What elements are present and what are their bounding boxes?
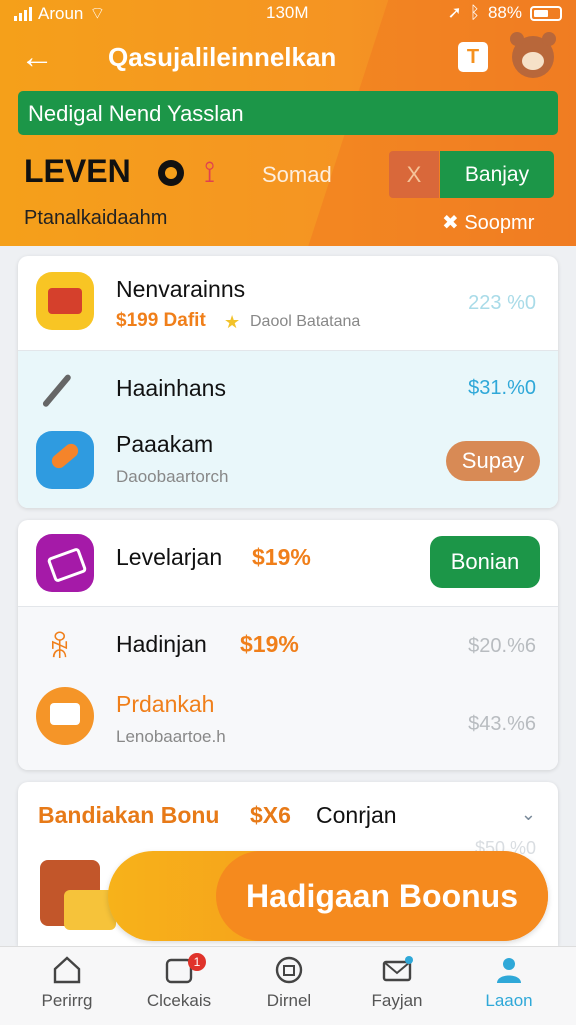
list-item[interactable]: Levelarjan $19% Bonian (18, 520, 558, 606)
list-item[interactable]: Prdankah Lenobaartoe.h $43.%6 (18, 683, 558, 770)
person-icon (497, 958, 521, 983)
back-arrow-icon[interactable]: ← (20, 38, 54, 77)
header: Aroun ⌔ 130M ➚ ᛒ 88% ← Qasujalileinnelka… (0, 0, 576, 246)
page-title: Qasujalileinnelkan (108, 42, 337, 72)
list-item[interactable]: Paaakam Daoobaartorch Supay (18, 427, 558, 508)
bear-avatar-icon[interactable] (510, 32, 556, 78)
status-bar: Aroun ⌔ 130M ➚ ᛒ 88% (0, 0, 576, 28)
package-app-icon (36, 687, 94, 745)
bonian-button[interactable]: Bonian (430, 536, 540, 588)
item-discount: $19% (252, 544, 311, 570)
item-title: Paaakam (116, 431, 214, 457)
bonus-cta-button[interactable]: Hadigaan Boonus (108, 851, 548, 941)
header-subtitle: Ptanalkaidaahm (24, 207, 168, 229)
ribbon-icon: ꆜ (48, 632, 72, 665)
soopmr-link[interactable]: ✖ Soopmr (442, 210, 534, 235)
item-price: $31.%0 (468, 377, 536, 399)
offers-card-2: Levelarjan $19% Bonian ꆜ Hadinjan $19% $… (18, 520, 558, 770)
notification-badge: 1 (188, 953, 206, 971)
tab-person[interactable]: Laaon (454, 953, 564, 1011)
shopping-bag-icon[interactable]: T (458, 42, 488, 72)
tab-label: Clcekais (146, 991, 212, 1010)
bonus-end: Conrjan (316, 802, 397, 828)
notice-banner[interactable]: Nedigal Nend Yasslan (18, 91, 558, 135)
location-icon: ➚ (447, 3, 462, 22)
wifi-icon: ⌔ (89, 4, 106, 23)
bonus-title: Bandiakan Bonu (38, 802, 220, 828)
gift-box-icon (36, 272, 94, 330)
home-icon (53, 956, 81, 984)
status-time: 130M (266, 3, 309, 22)
tab-home[interactable]: Perirrg (12, 953, 122, 1011)
bluetooth-icon: ᛒ (469, 3, 480, 22)
tools-icon: ✖ (442, 212, 459, 234)
bonus-mid: $X6 (250, 802, 291, 828)
signal-icon (14, 6, 32, 21)
ticket-icon-outline (46, 546, 88, 584)
list-item[interactable]: ꆜ Hadinjan $19% $20.%6 (18, 607, 558, 683)
soopmr-label: Soopmr (464, 212, 535, 234)
level-label: LEVEN (24, 153, 131, 189)
tab-label: Laaon (485, 991, 533, 1010)
list-item-group: Haainhans $31.%0 Paaakam Daoobaartorch S… (18, 351, 558, 508)
target-icon (158, 160, 184, 186)
item-price: $43.%6 (468, 713, 536, 735)
package-icon-box (50, 703, 80, 725)
item-title: Nenvarainns (116, 276, 246, 302)
item-price: 223 %0 (468, 292, 536, 314)
status-left: Aroun ⌔ (14, 3, 105, 24)
screwdriver-icon (41, 373, 73, 408)
tab-cards[interactable]: 1 Clcekais (124, 953, 234, 1011)
star-icon: ★ (224, 312, 241, 332)
item-title: Hadinjan (116, 631, 207, 657)
dart-icon: ⟟ (204, 156, 216, 189)
carrier-name: Aroun (38, 3, 84, 23)
bottom-tab-bar: Perirrg 1 Clcekais Dirnel Fayjan Laaon (0, 946, 576, 1025)
somad-label: Somad (262, 162, 332, 187)
supay-button[interactable]: Supay (446, 441, 540, 481)
battery-percent: 88% (487, 3, 522, 22)
item-title: Prdankah (116, 691, 215, 717)
ticket-icon (36, 534, 94, 592)
list-item-group: ꆜ Hadinjan $19% $20.%6 Prdankah Lenobaar… (18, 607, 558, 770)
item-title: Haainhans (116, 375, 226, 401)
gift-icon-body (48, 288, 82, 314)
list-item[interactable]: Nenvarainns $199 Dafit ★ Daool Batatana … (18, 256, 558, 350)
item-promo: $199 Dafit (116, 310, 206, 331)
item-description: Daoobaartorch (116, 467, 229, 486)
cta-label: Hadigaan Boonus (245, 878, 518, 914)
status-right: ➚ ᛒ 88% (448, 3, 562, 23)
tab-package[interactable]: Dirnel (234, 953, 344, 1011)
item-discount: $19% (240, 631, 299, 657)
offers-card-1: Nenvarainns $199 Dafit ★ Daool Batatana … (18, 256, 558, 508)
item-price: $20.%6 (468, 635, 536, 657)
tab-label: Fayjan (371, 991, 423, 1010)
package-icon (275, 956, 303, 984)
list-item[interactable]: Haainhans $31.%0 (18, 351, 558, 427)
tab-label: Perirrg (41, 991, 93, 1010)
tab-label: Dirnel (266, 991, 312, 1010)
carrot-app-icon (36, 431, 94, 489)
battery-icon (530, 5, 562, 21)
close-x-button[interactable]: X (389, 151, 439, 198)
item-star-text: Daool Batatana (250, 313, 361, 330)
top-bar: ← Qasujalileinnelkan T (0, 32, 576, 80)
banjay-button[interactable]: Banjay (440, 151, 554, 198)
item-description: Lenobaartoe.h (116, 727, 226, 746)
mail-icon (382, 956, 413, 982)
chevron-down-icon[interactable]: ⌄ (521, 804, 536, 825)
tab-mail[interactable]: Fayjan (342, 953, 452, 1011)
carrot-icon-shape (49, 440, 81, 472)
item-title: Levelarjan (116, 544, 223, 570)
